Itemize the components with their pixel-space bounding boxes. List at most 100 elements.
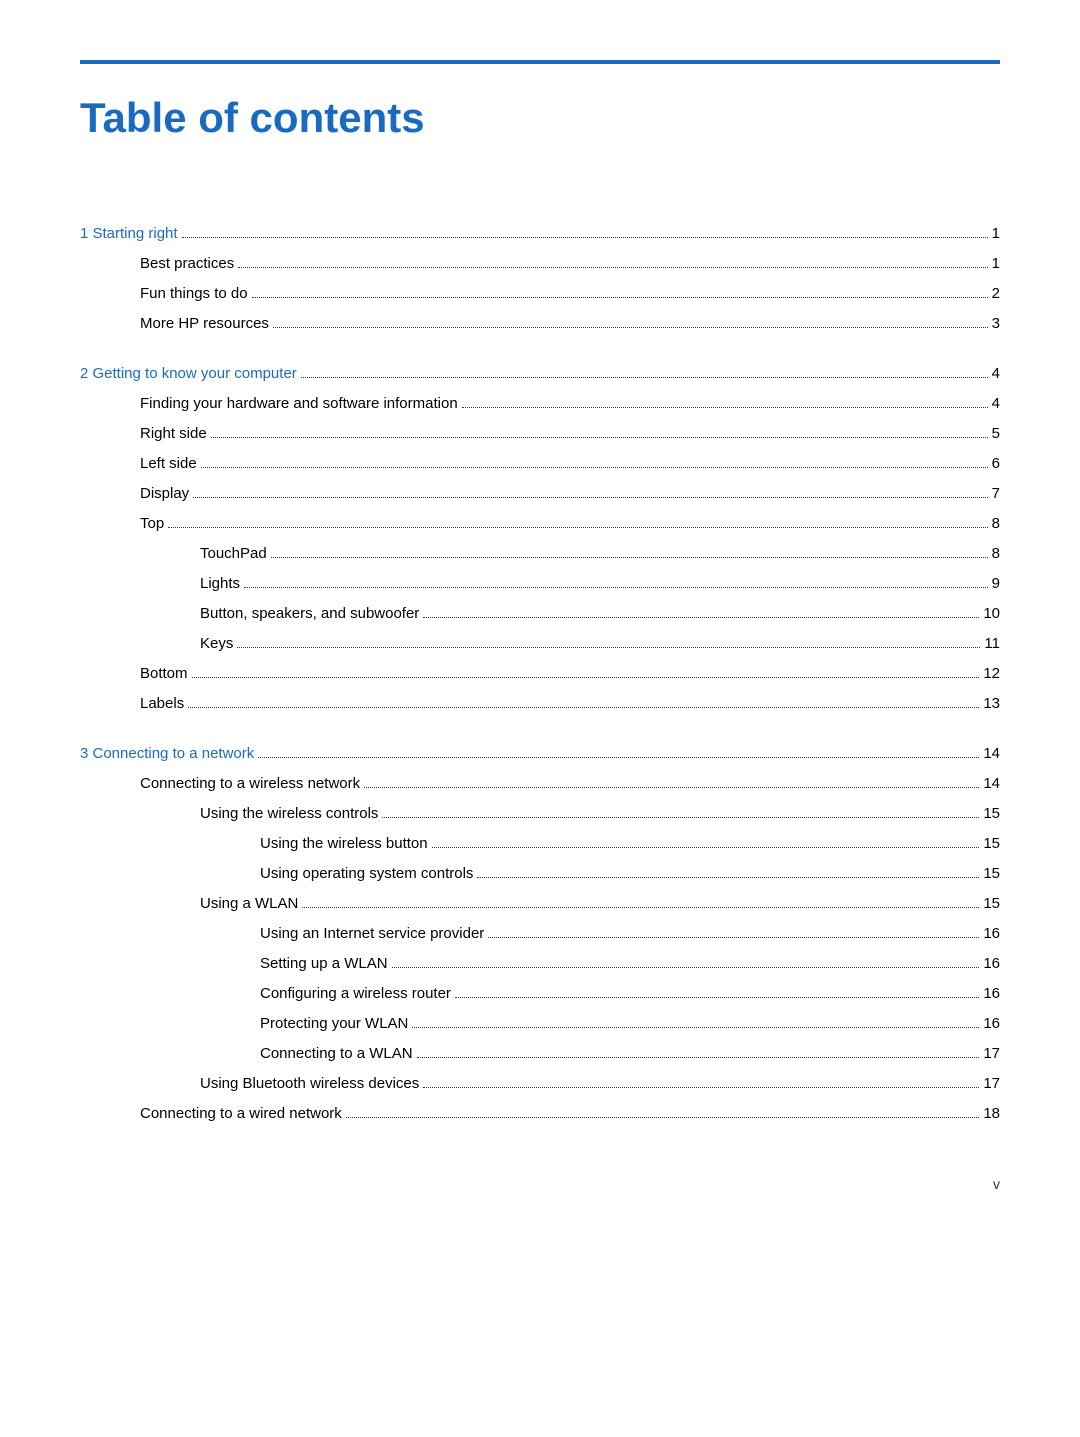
toc-page-num: 1 <box>992 222 1000 246</box>
toc-dots <box>477 877 979 878</box>
toc-page-num: 3 <box>992 312 1000 336</box>
toc-entry-text: Using Bluetooth wireless devices <box>200 1072 419 1096</box>
toc-page-num: 17 <box>983 1042 1000 1066</box>
toc-entry: Using the wireless button15 <box>80 832 1000 856</box>
toc-entry-text: Finding your hardware and software infor… <box>140 392 458 416</box>
toc-dots <box>211 437 988 438</box>
section-gap <box>80 722 1000 742</box>
toc-entry: Protecting your WLAN 16 <box>80 1012 1000 1036</box>
toc-dots <box>455 997 979 998</box>
toc-entry-text: 2 Getting to know your computer <box>80 362 297 386</box>
toc-entry: Setting up a WLAN 16 <box>80 952 1000 976</box>
section-gap <box>80 1132 1000 1152</box>
toc-dots <box>392 967 980 968</box>
toc-entry: Using the wireless controls 15 <box>80 802 1000 826</box>
toc-entry: 2 Getting to know your computer 4 <box>80 362 1000 386</box>
toc-entry-text: Fun things to do <box>140 282 248 306</box>
toc-entry: Using operating system controls 15 <box>80 862 1000 886</box>
toc-page-num: 7 <box>992 482 1000 506</box>
toc-dots <box>302 907 979 908</box>
toc-entry: Using an Internet service provider16 <box>80 922 1000 946</box>
toc-entry-text: Left side <box>140 452 197 476</box>
toc-entry: Using Bluetooth wireless devices 17 <box>80 1072 1000 1096</box>
toc-entry: Connecting to a wireless network14 <box>80 772 1000 796</box>
toc-entry-text: Using the wireless button <box>260 832 428 856</box>
toc-dots <box>423 617 979 618</box>
toc-entry-text: Using operating system controls <box>260 862 473 886</box>
toc-entry-text: Connecting to a wired network <box>140 1102 342 1126</box>
toc-entry-text: 3 Connecting to a network <box>80 742 254 766</box>
toc-entry-text: Button, speakers, and subwoofer <box>200 602 419 626</box>
toc-dots <box>168 527 987 528</box>
toc-dots <box>364 787 979 788</box>
footer-page-number: v <box>993 1176 1000 1192</box>
toc-dots <box>382 817 979 818</box>
toc-dots <box>271 557 988 558</box>
toc-page-num: 14 <box>983 742 1000 766</box>
toc-dots <box>201 467 988 468</box>
toc-entry-text: Using a WLAN <box>200 892 298 916</box>
toc-entry: Fun things to do 2 <box>80 282 1000 306</box>
toc-dots <box>237 647 980 648</box>
toc-entry-text: Setting up a WLAN <box>260 952 388 976</box>
toc-page-num: 15 <box>983 862 1000 886</box>
toc-page-num: 9 <box>992 572 1000 596</box>
toc-page-num: 16 <box>983 922 1000 946</box>
toc-entry-text: 1 Starting right <box>80 222 178 246</box>
toc-dots <box>488 937 979 938</box>
toc-entry: More HP resources 3 <box>80 312 1000 336</box>
toc-page-num: 4 <box>992 362 1000 386</box>
toc-dots <box>238 267 987 268</box>
toc-dots <box>252 297 988 298</box>
top-border <box>80 60 1000 64</box>
toc-dots <box>258 757 979 758</box>
toc-entry: Keys 11 <box>80 632 1000 656</box>
toc-page-num: 17 <box>983 1072 1000 1096</box>
toc-page-num: 16 <box>983 1012 1000 1036</box>
toc-dots <box>192 677 980 678</box>
page: Table of contents 1 Starting right1Best … <box>0 0 1080 1232</box>
toc-entry: Using a WLAN 15 <box>80 892 1000 916</box>
toc-page-num: 10 <box>983 602 1000 626</box>
toc-page-num: 12 <box>983 662 1000 686</box>
toc-page-num: 16 <box>983 952 1000 976</box>
toc-page-num: 18 <box>983 1102 1000 1126</box>
toc-entry: Connecting to a WLAN17 <box>80 1042 1000 1066</box>
toc-page-num: 11 <box>984 632 1000 656</box>
toc-dots <box>423 1087 979 1088</box>
toc-entry: Left side 6 <box>80 452 1000 476</box>
toc-dots <box>193 497 987 498</box>
toc-entry: Labels 13 <box>80 692 1000 716</box>
toc-dots <box>417 1057 980 1058</box>
toc-entry-text: Labels <box>140 692 184 716</box>
toc-dots <box>188 707 979 708</box>
toc-page-num: 13 <box>983 692 1000 716</box>
toc-page-num: 15 <box>983 802 1000 826</box>
toc-page-num: 2 <box>992 282 1000 306</box>
toc-entry-text: TouchPad <box>200 542 267 566</box>
toc-entry: TouchPad 8 <box>80 542 1000 566</box>
toc-page-num: 5 <box>992 422 1000 446</box>
toc-entry-text: Using the wireless controls <box>200 802 378 826</box>
toc-page-num: 16 <box>983 982 1000 1006</box>
page-footer: v <box>993 1176 1000 1192</box>
toc-entry: Best practices1 <box>80 252 1000 276</box>
toc-entry-text: Keys <box>200 632 233 656</box>
toc-page-num: 15 <box>983 892 1000 916</box>
toc-dots <box>301 377 988 378</box>
toc-page-num: 8 <box>992 542 1000 566</box>
toc-dots <box>462 407 988 408</box>
toc-page-num: 8 <box>992 512 1000 536</box>
toc-page-num: 14 <box>983 772 1000 796</box>
toc-entry-text: Display <box>140 482 189 506</box>
toc-entry-text: Protecting your WLAN <box>260 1012 408 1036</box>
toc-entry: Bottom12 <box>80 662 1000 686</box>
toc-content: 1 Starting right 1 Best practices1 Fun thin… <box>80 222 1000 1152</box>
toc-dots <box>346 1117 980 1118</box>
toc-dots <box>182 237 988 238</box>
toc-page-num: 6 <box>992 452 1000 476</box>
toc-entry: Top8 <box>80 512 1000 536</box>
toc-dots <box>412 1027 979 1028</box>
toc-dots <box>273 327 988 328</box>
toc-entry-text: More HP resources <box>140 312 269 336</box>
